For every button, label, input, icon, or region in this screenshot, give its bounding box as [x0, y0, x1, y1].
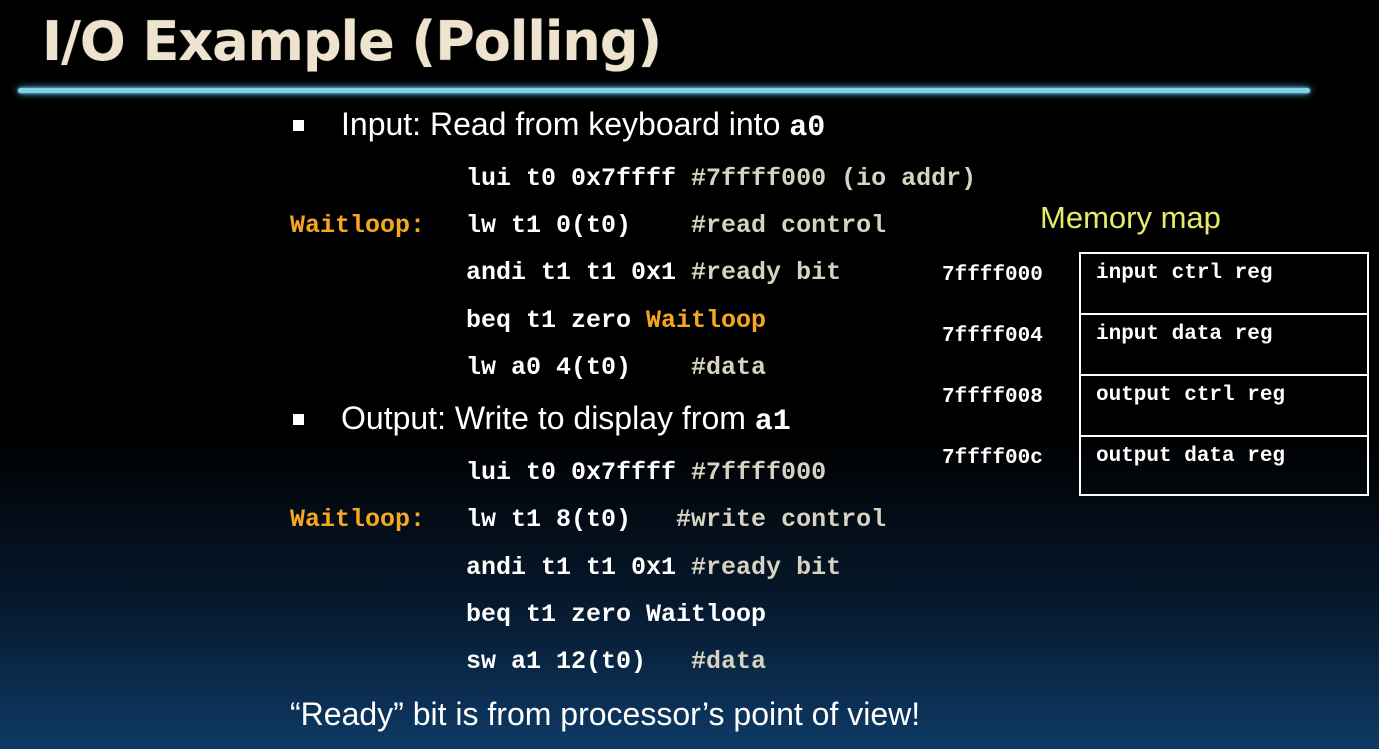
code-line: lw t1 0(t0) #read control [466, 211, 886, 241]
code-line: lw a0 4(t0) #data [466, 353, 766, 383]
code-instruction: andi t1 t1 0x1 [466, 553, 692, 582]
code-comment: #data [691, 647, 767, 676]
code-comment: #ready bit [691, 553, 842, 582]
code-line: beq t1 zero Waitloop [466, 600, 766, 630]
code-instruction: lw t1 0(t0) [466, 211, 692, 240]
code-line: lui t0 0x7ffff #7ffff000 (io addr) [466, 164, 976, 194]
code-line: beq t1 zero Waitloop [466, 306, 766, 336]
code-branch-target: Waitloop [646, 306, 767, 335]
code-instruction: lui t0 0x7ffff [466, 164, 692, 193]
memory-map-address: 7ffff008 [942, 386, 1043, 409]
code-line: sw a1 12(t0) #data [466, 647, 766, 677]
memory-map-cell: input data reg [1081, 315, 1367, 376]
code-comment: #data [691, 353, 767, 382]
code-comment: #7ffff000 [691, 458, 827, 487]
code-line: lw t1 8(t0) #write control [466, 505, 886, 535]
code-label: Waitloop: [290, 211, 426, 240]
code-comment: #write control [676, 505, 887, 534]
memory-map-table: input ctrl reg input data reg output ctr… [1079, 252, 1369, 496]
code-instruction: andi t1 t1 0x1 [466, 258, 692, 287]
bullet-output: Output: Write to display from a1 [341, 400, 791, 439]
code-instruction: beq t1 zero Waitloop [466, 600, 767, 629]
code-instruction: sw a1 12(t0) [466, 647, 692, 676]
code-instruction: beq t1 zero [466, 306, 647, 335]
code-line: lui t0 0x7ffff #7ffff000 [466, 458, 826, 488]
code-line: andi t1 t1 0x1 #ready bit [466, 258, 841, 288]
code-comment: #7ffff000 (io addr) [691, 164, 977, 193]
slide-title: I/O Example (Polling) [42, 10, 662, 73]
bullet-input-text: Input: Read from keyboard into [341, 106, 790, 142]
code-instruction: lw a0 4(t0) [466, 353, 692, 382]
bullet-input-register: a0 [789, 111, 826, 145]
code-comment: #ready bit [691, 258, 842, 287]
code-label: Waitloop: [290, 505, 426, 534]
memory-map-cell: output data reg [1096, 445, 1286, 468]
bullet-output-register: a1 [754, 405, 791, 439]
memory-map-title: Memory map [1040, 200, 1221, 235]
bullet-marker-input [293, 120, 304, 131]
code-comment: #read control [691, 211, 887, 240]
footnote: “Ready” bit is from processor’s point of… [290, 696, 921, 732]
title-underline [18, 88, 1310, 93]
bullet-input: Input: Read from keyboard into a0 [341, 106, 825, 145]
memory-map-cell: output ctrl reg [1081, 376, 1367, 437]
memory-map-address: 7ffff004 [942, 325, 1043, 348]
memory-map-address: 7ffff000 [942, 264, 1043, 287]
code-instruction: lui t0 0x7ffff [466, 458, 692, 487]
code-instruction: lw t1 8(t0) [466, 505, 677, 534]
memory-map-address: 7ffff00c [942, 447, 1043, 470]
bullet-output-text: Output: Write to display from [341, 400, 755, 436]
code-line: andi t1 t1 0x1 #ready bit [466, 553, 841, 583]
bullet-marker-output [293, 414, 304, 425]
memory-map-cell: input ctrl reg [1081, 254, 1367, 315]
